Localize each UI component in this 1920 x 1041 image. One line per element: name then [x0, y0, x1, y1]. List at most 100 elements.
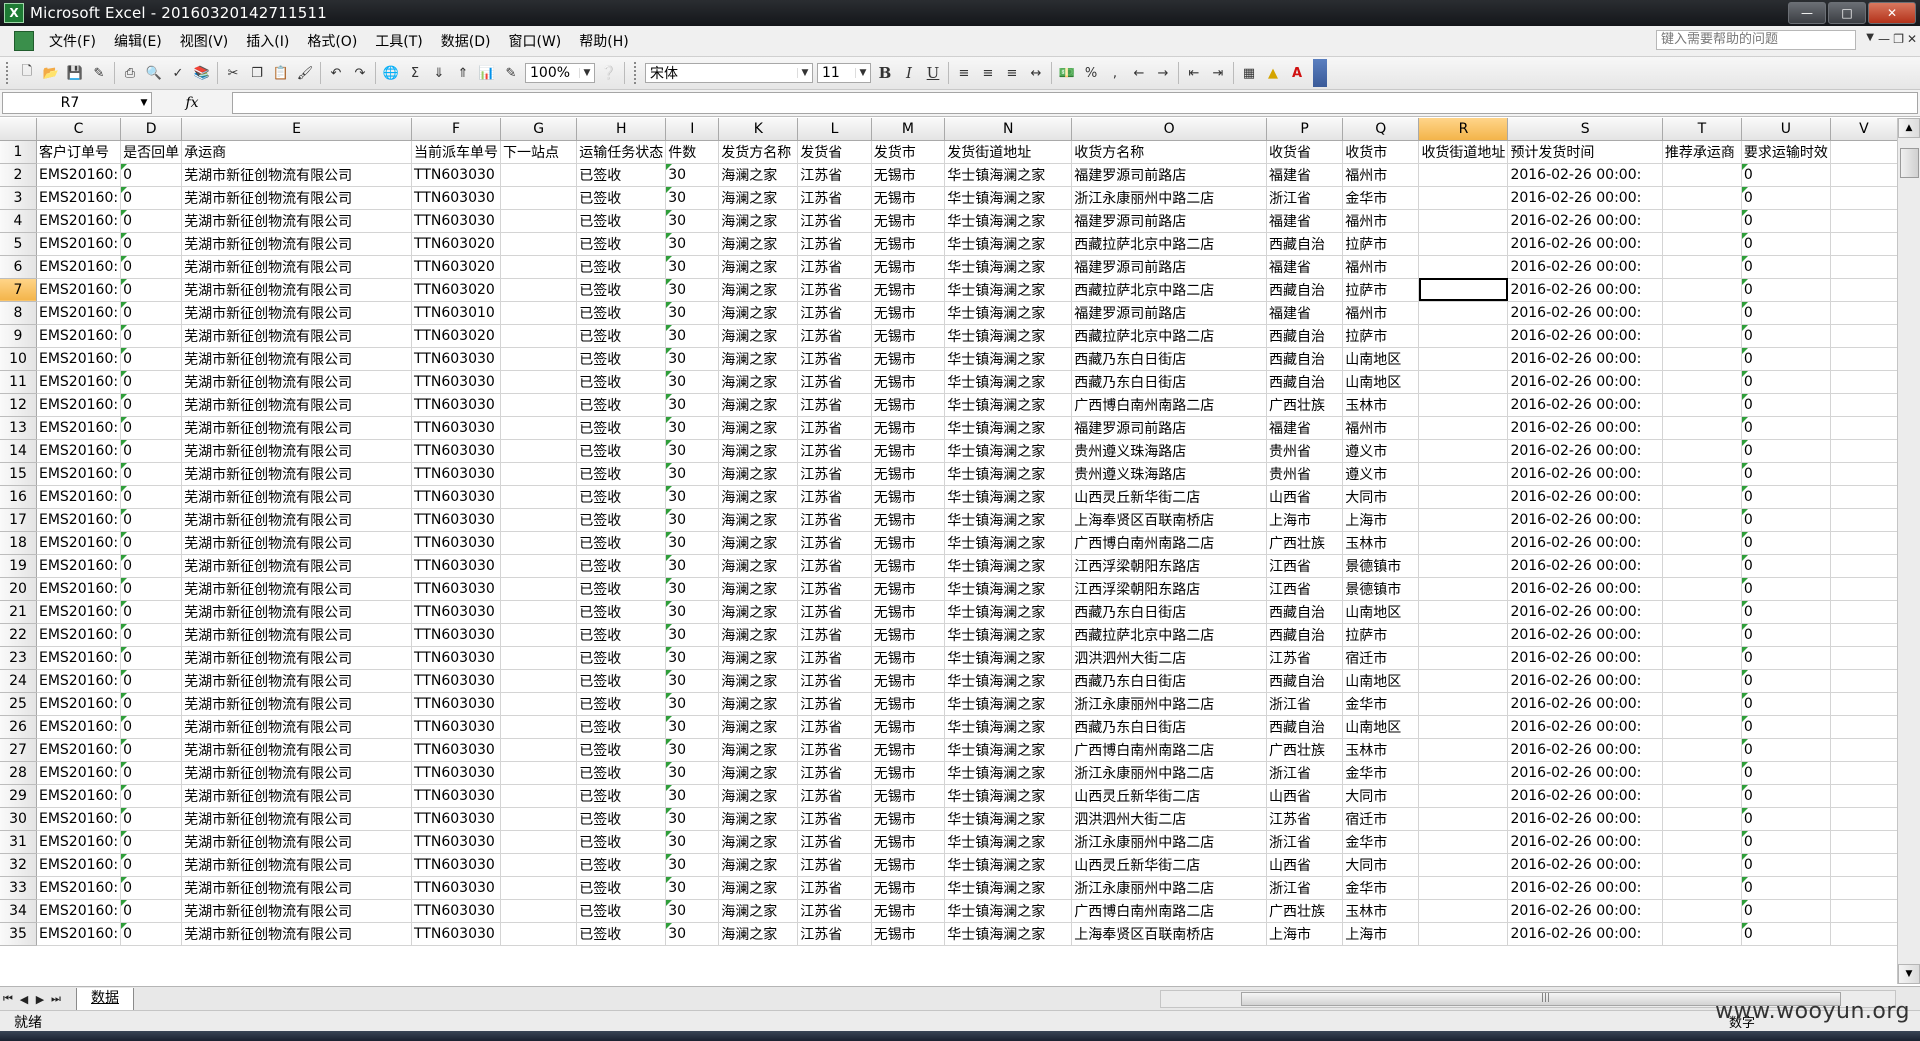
cell-K18[interactable]: 海澜之家	[718, 531, 799, 555]
cell-L12[interactable]: 江苏省	[797, 393, 872, 417]
cell-V5[interactable]	[1830, 232, 1898, 256]
cell-R2[interactable]	[1418, 163, 1509, 187]
cell-Q14[interactable]: 遵义市	[1342, 439, 1420, 463]
cell-S10[interactable]: 2016-02-26 00:00:	[1507, 347, 1663, 371]
cell-H32[interactable]: 已签收	[576, 853, 667, 877]
name-box[interactable]: R7 ▼	[2, 92, 152, 114]
cell-I15[interactable]: 30	[665, 462, 720, 486]
cell-F16[interactable]: TTN603030	[411, 485, 502, 509]
cell-H35[interactable]: 已签收	[576, 922, 667, 946]
cell-P23[interactable]: 江苏省	[1266, 646, 1344, 670]
cell-E12[interactable]: 芜湖市新征创物流有限公司	[181, 393, 413, 417]
cell-O22[interactable]: 西藏拉萨北京中路二店	[1071, 623, 1267, 647]
cell-M3[interactable]: 无锡市	[871, 186, 946, 210]
cell-Q9[interactable]: 拉萨市	[1342, 324, 1420, 348]
row-header[interactable]: 13	[0, 416, 37, 440]
cell-K7[interactable]: 海澜之家	[718, 278, 799, 302]
cell-U30[interactable]: 0	[1741, 807, 1831, 831]
cell-O7[interactable]: 西藏拉萨北京中路二店	[1071, 278, 1267, 302]
cell-N31[interactable]: 华士镇海澜之家	[944, 830, 1073, 854]
cell-C30[interactable]: EMS20160:	[36, 807, 122, 831]
increase-indent-icon[interactable]: ⇥	[1207, 62, 1229, 84]
cell-L14[interactable]: 江苏省	[797, 439, 872, 463]
cell-T34[interactable]	[1662, 899, 1742, 923]
cell-C13[interactable]: EMS20160:	[36, 416, 122, 440]
cell-F3[interactable]: TTN603030	[411, 186, 502, 210]
open-icon[interactable]: 📂	[40, 62, 62, 84]
worksheet-grid[interactable]: CDEFGHIKLMNOPQRSTUV 1 客户订单号 是否回单 承运商 当前派车单号下…	[0, 118, 1898, 984]
cell-O2[interactable]: 福建罗源司前路店	[1071, 163, 1267, 187]
cell-C26[interactable]: EMS20160:	[36, 715, 122, 739]
row-header[interactable]: 32	[0, 853, 37, 877]
cell-O21[interactable]: 西藏乃东白日街店	[1071, 600, 1267, 624]
cell-T24[interactable]	[1662, 669, 1742, 693]
cell-E10[interactable]: 芜湖市新征创物流有限公司	[181, 347, 413, 371]
column-header-F[interactable]: F	[411, 118, 502, 141]
cell-U26[interactable]: 0	[1741, 715, 1831, 739]
cell-O4[interactable]: 福建罗源司前路店	[1071, 209, 1267, 233]
cell-I20[interactable]: 30	[665, 577, 720, 601]
maximize-button[interactable]: □	[1828, 2, 1866, 24]
cell-K15[interactable]: 海澜之家	[718, 462, 799, 486]
cell-F33[interactable]: TTN603030	[411, 876, 502, 900]
cell-Q26[interactable]: 山南地区	[1342, 715, 1420, 739]
cell-Q6[interactable]: 福州市	[1342, 255, 1420, 279]
cell-S35[interactable]: 2016-02-26 00:00:	[1507, 922, 1663, 946]
cell-H11[interactable]: 已签收	[576, 370, 667, 394]
cell-T21[interactable]	[1662, 600, 1742, 624]
minimize-button[interactable]: —	[1788, 2, 1826, 24]
cell-C22[interactable]: EMS20160:	[36, 623, 122, 647]
cell-M34[interactable]: 无锡市	[871, 899, 946, 923]
cell-R32[interactable]	[1418, 853, 1509, 877]
cell-N13[interactable]: 华士镇海澜之家	[944, 416, 1073, 440]
cell-V8[interactable]	[1830, 301, 1898, 325]
cell-Q16[interactable]: 大同市	[1342, 485, 1420, 509]
cell-E7[interactable]: 芜湖市新征创物流有限公司	[181, 278, 413, 302]
cell-L29[interactable]: 江苏省	[797, 784, 872, 808]
header-cell-M[interactable]: 发货市	[871, 140, 946, 164]
cell-N8[interactable]: 华士镇海澜之家	[944, 301, 1073, 325]
research-icon[interactable]: 📚	[191, 62, 213, 84]
cell-D7[interactable]: 0	[120, 278, 183, 302]
cell-P29[interactable]: 山西省	[1266, 784, 1344, 808]
cell-P17[interactable]: 上海市	[1266, 508, 1344, 532]
comma-style-icon[interactable]: ,	[1104, 62, 1126, 84]
cell-U35[interactable]: 0	[1741, 922, 1831, 946]
cell-H6[interactable]: 已签收	[576, 255, 667, 279]
cell-H33[interactable]: 已签收	[576, 876, 667, 900]
header-cell-N[interactable]: 发货街道地址	[944, 140, 1073, 164]
row-header[interactable]: 35	[0, 922, 37, 946]
cell-Q19[interactable]: 景德镇市	[1342, 554, 1420, 578]
cell-R4[interactable]	[1418, 209, 1509, 233]
cell-O23[interactable]: 泗洪泗州大街二店	[1071, 646, 1267, 670]
cell-E26[interactable]: 芜湖市新征创物流有限公司	[181, 715, 413, 739]
cell-D14[interactable]: 0	[120, 439, 183, 463]
cell-I22[interactable]: 30	[665, 623, 720, 647]
cell-D5[interactable]: 0	[120, 232, 183, 256]
row-header[interactable]: 26	[0, 715, 37, 739]
header-cell-P[interactable]: 收货省	[1266, 140, 1344, 164]
bold-button[interactable]: B	[874, 62, 896, 84]
cell-K3[interactable]: 海澜之家	[718, 186, 799, 210]
cell-I21[interactable]: 30	[665, 600, 720, 624]
cell-M11[interactable]: 无锡市	[871, 370, 946, 394]
merge-center-icon[interactable]: ↔	[1025, 62, 1047, 84]
header-cell-Q[interactable]: 收货市	[1342, 140, 1420, 164]
cell-C6[interactable]: EMS20160:	[36, 255, 122, 279]
increase-decimal-icon[interactable]: ←	[1128, 62, 1150, 84]
cell-M32[interactable]: 无锡市	[871, 853, 946, 877]
cell-S20[interactable]: 2016-02-26 00:00:	[1507, 577, 1663, 601]
cell-C21[interactable]: EMS20160:	[36, 600, 122, 624]
cell-Q28[interactable]: 金华市	[1342, 761, 1420, 785]
cell-E5[interactable]: 芜湖市新征创物流有限公司	[181, 232, 413, 256]
cell-V13[interactable]	[1830, 416, 1898, 440]
cell-U21[interactable]: 0	[1741, 600, 1831, 624]
cell-K27[interactable]: 海澜之家	[718, 738, 799, 762]
cell-O12[interactable]: 广西博白南州南路二店	[1071, 393, 1267, 417]
cell-H20[interactable]: 已签收	[576, 577, 667, 601]
cell-D21[interactable]: 0	[120, 600, 183, 624]
cell-E21[interactable]: 芜湖市新征创物流有限公司	[181, 600, 413, 624]
cell-F19[interactable]: TTN603030	[411, 554, 502, 578]
cell-U17[interactable]: 0	[1741, 508, 1831, 532]
cell-L31[interactable]: 江苏省	[797, 830, 872, 854]
